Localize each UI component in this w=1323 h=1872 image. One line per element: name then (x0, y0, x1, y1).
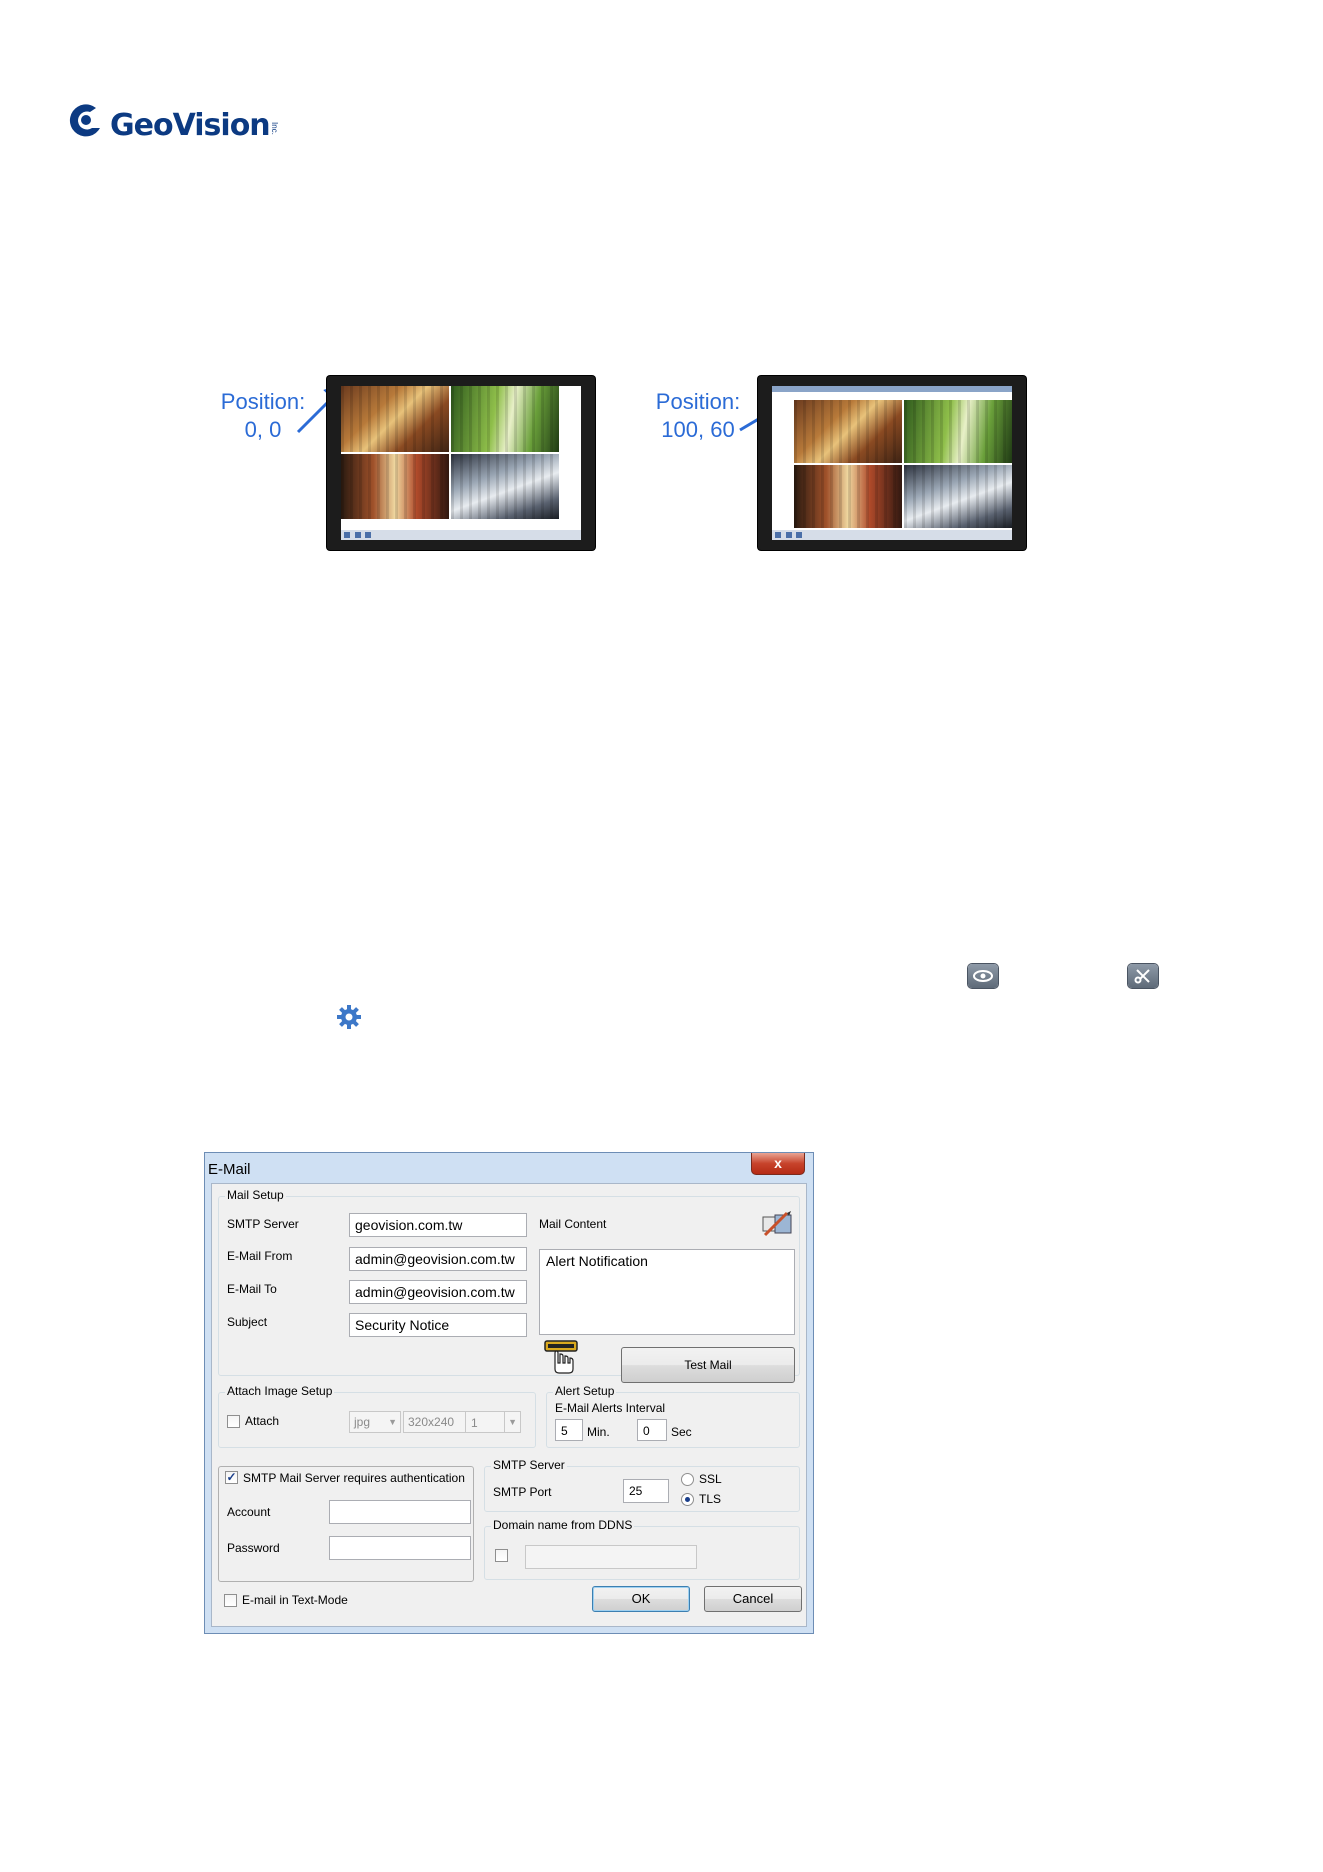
monitor-2-screen (772, 386, 1012, 540)
mail-fields-insert-icon[interactable] (543, 1339, 583, 1375)
gear-icon (335, 1003, 363, 1031)
mail-setup-group: Mail Setup SMTP Server geovision.com.tw … (218, 1188, 800, 1383)
smtp-auth-label: SMTP Mail Server requires authentication (243, 1471, 465, 1485)
text-mode-label: E-mail in Text-Mode (242, 1593, 348, 1607)
alert-min-unit: Min. (587, 1425, 610, 1439)
subject-label: Subject (227, 1315, 268, 1329)
attach-resolution-value: 320x240 (408, 1415, 455, 1429)
alert-minutes-input[interactable]: 5 (555, 1419, 583, 1441)
attach-format-select[interactable]: jpg ▼ (349, 1411, 401, 1433)
attach-label: Attach (245, 1414, 280, 1428)
smtp-port-label: SMTP Port (493, 1485, 552, 1499)
attach-image-group: Attach Image Setup Attach jpg ▼ 320x240 ▼ … (218, 1384, 536, 1448)
alert-setup-group: Alert Setup E-Mail Alerts Interval 5 Min… (546, 1384, 800, 1448)
password-label: Password (227, 1541, 280, 1555)
logo-small-text: Inc. (270, 122, 279, 135)
smtp-port-input[interactable]: 25 (623, 1479, 669, 1503)
chevron-down-icon: ▼ (388, 1417, 397, 1427)
email-from-input[interactable]: admin@geovision.com.tw (349, 1247, 527, 1271)
attach-image-label: Attach Image Setup (225, 1384, 335, 1398)
mail-setup-label: Mail Setup (225, 1188, 286, 1202)
account-input[interactable] (329, 1500, 471, 1524)
camera-view (794, 465, 902, 528)
smtp-auth-checkbox[interactable]: ✓ (225, 1471, 238, 1484)
taskbar (341, 530, 581, 540)
position-label-2-title: Position: (655, 389, 741, 414)
smtp-server-input[interactable]: geovision.com.tw (349, 1213, 527, 1237)
close-button[interactable]: x (751, 1153, 805, 1175)
ssl-label: SSL (699, 1472, 722, 1486)
camera-view (451, 386, 559, 452)
camera-view (904, 465, 1012, 528)
smtp-auth-group: ✓ SMTP Mail Server requires authenticati… (218, 1466, 474, 1582)
monitor-example-1 (327, 376, 595, 550)
logo-brand-text: GeoVision (110, 108, 271, 143)
close-icon: x (774, 1155, 782, 1171)
smtp-server-group-label: SMTP Server (491, 1458, 567, 1472)
geovision-logo-icon (69, 104, 100, 137)
alert-seconds-input[interactable]: 0 (637, 1419, 667, 1441)
camera-grid-1 (341, 386, 559, 519)
monitor-1-screen (341, 386, 581, 540)
camera-view (341, 453, 449, 519)
email-from-label: E-Mail From (227, 1249, 293, 1263)
alert-sec-unit: Sec (671, 1425, 692, 1439)
window-titlebar (772, 386, 1012, 392)
attach-checkbox[interactable] (227, 1415, 240, 1428)
mail-content-label: Mail Content (539, 1217, 607, 1231)
email-to-input[interactable]: admin@geovision.com.tw (349, 1280, 527, 1304)
email-dialog: E-Mail x Mail Setup SMTP Server geovisio… (204, 1152, 814, 1634)
subject-input[interactable]: Security Notice (349, 1313, 527, 1337)
smtp-server-label: SMTP Server (227, 1217, 299, 1231)
mail-content-editor-icon[interactable] (759, 1209, 797, 1239)
password-input[interactable] (329, 1536, 471, 1560)
camera-view (451, 453, 559, 519)
taskbar (772, 530, 1012, 540)
email-to-label: E-Mail To (227, 1282, 277, 1296)
ddns-group: Domain name from DDNS (484, 1518, 800, 1580)
chevron-down-icon: ▼ (508, 1417, 517, 1427)
ddns-label: Domain name from DDNS (491, 1518, 635, 1532)
alert-setup-label: Alert Setup (553, 1384, 617, 1398)
ddns-input[interactable] (525, 1545, 697, 1569)
ddns-checkbox[interactable] (495, 1549, 508, 1562)
eye-icon (968, 964, 998, 988)
account-label: Account (227, 1505, 271, 1519)
alert-interval-label: E-Mail Alerts Interval (555, 1401, 666, 1415)
ok-button[interactable]: OK (592, 1586, 690, 1612)
text-mode-checkbox[interactable] (224, 1594, 237, 1607)
mail-content-textarea[interactable]: Alert Notification (539, 1249, 795, 1335)
monitor-example-2 (758, 376, 1026, 550)
camera-view (794, 400, 902, 463)
attach-count-input[interactable]: 1 (465, 1411, 505, 1433)
attach-format-value: jpg (354, 1415, 371, 1429)
cancel-button[interactable]: Cancel (704, 1586, 802, 1612)
camera-view (341, 386, 449, 452)
test-mail-button[interactable]: Test Mail (621, 1347, 795, 1383)
geovision-logo: GeoVision Inc. (66, 100, 279, 150)
tls-label: TLS (699, 1492, 722, 1506)
camera-view (904, 400, 1012, 463)
position-label-2: Position: 100, 60 (648, 388, 748, 444)
ssl-radio[interactable] (681, 1473, 694, 1486)
camera-grid-2 (794, 400, 1012, 528)
tls-radio[interactable] (681, 1493, 694, 1506)
smtp-server-group: SMTP Server SMTP Port 25 SSL TLS (484, 1458, 800, 1512)
position-label-2-value: 100, 60 (661, 417, 735, 442)
dialog-title: E-Mail (208, 1161, 251, 1178)
tools-icon (1128, 964, 1158, 988)
dialog-body: Mail Setup SMTP Server geovision.com.tw … (211, 1183, 807, 1627)
